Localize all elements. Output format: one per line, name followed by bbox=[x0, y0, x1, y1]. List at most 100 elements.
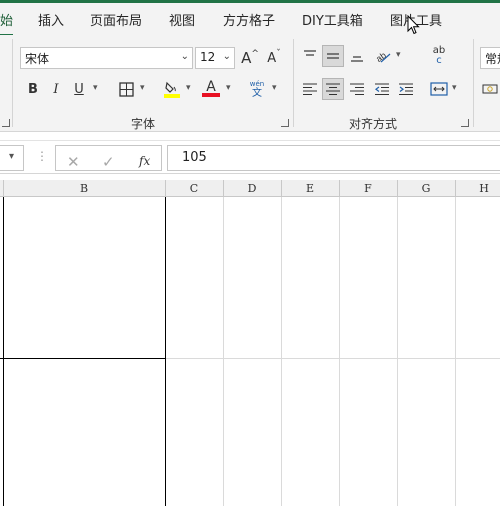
tab-insert[interactable]: 插入 bbox=[38, 10, 64, 29]
bottom-align-button[interactable] bbox=[346, 45, 368, 67]
chevron-down-icon[interactable]: ▾ bbox=[226, 83, 231, 93]
alignment-group-label: 对齐方式 bbox=[349, 117, 398, 131]
gridline bbox=[223, 197, 224, 506]
tab-page-layout[interactable]: 页面布局 bbox=[90, 10, 142, 29]
borders-button[interactable] bbox=[115, 78, 137, 100]
align-bottom-icon bbox=[351, 56, 363, 62]
font-size-value: 12 bbox=[200, 50, 216, 64]
column-header-h[interactable]: H bbox=[455, 182, 500, 195]
italic-button[interactable]: I bbox=[45, 78, 67, 100]
name-box[interactable]: ▾ bbox=[0, 145, 24, 171]
column-header-d[interactable]: D bbox=[223, 182, 281, 195]
top-align-button[interactable] bbox=[299, 45, 321, 67]
formula-buttons: ✕ ✓ fx bbox=[55, 145, 162, 171]
paint-bucket-icon bbox=[164, 81, 180, 98]
decrease-indent-button[interactable] bbox=[371, 78, 393, 100]
column-header-e[interactable]: E bbox=[281, 182, 339, 195]
font-color-button[interactable]: A bbox=[200, 78, 222, 100]
shrink-font-button[interactable]: Aˇ bbox=[263, 47, 285, 69]
gridline bbox=[281, 197, 282, 506]
merge-cells-icon bbox=[430, 82, 448, 96]
text-orientation-icon: ab bbox=[375, 50, 391, 64]
tab-diy-toolbox[interactable]: DIY工具箱 bbox=[302, 10, 363, 29]
align-middle-icon bbox=[327, 53, 339, 59]
phonetic-guide-button[interactable]: wén 文 bbox=[246, 78, 268, 100]
ribbon-tab-bar: 始 插入 页面布局 视图 方方格子 DIY工具箱 图片工具 bbox=[0, 0, 500, 37]
number-format-value: 常规 bbox=[485, 52, 500, 66]
merge-center-button[interactable] bbox=[428, 78, 450, 100]
tab-fangfang-gezi[interactable]: 方方格子 bbox=[223, 10, 275, 29]
align-center-icon bbox=[326, 83, 340, 95]
increase-indent-button[interactable] bbox=[395, 78, 417, 100]
group-separator bbox=[473, 39, 474, 127]
tab-home[interactable]: 始 bbox=[0, 10, 14, 37]
shrink-font-icon: A bbox=[267, 50, 277, 66]
font-color-swatch bbox=[202, 93, 220, 97]
align-center-button[interactable] bbox=[322, 78, 344, 100]
tab-view[interactable]: 视图 bbox=[169, 10, 195, 29]
wrap-text-button[interactable]: ab c bbox=[428, 45, 450, 67]
phonetic-top-text: wén bbox=[249, 79, 265, 88]
cell-border bbox=[0, 358, 166, 359]
title-bar-edge bbox=[0, 0, 500, 3]
underline-button[interactable]: U bbox=[68, 78, 90, 100]
drag-handle-icon[interactable]: ⋮ bbox=[36, 149, 48, 163]
enter-check-icon[interactable]: ✓ bbox=[102, 153, 115, 171]
column-header-f[interactable]: F bbox=[339, 182, 397, 195]
dialog-launcher-icon[interactable] bbox=[2, 119, 10, 127]
chevron-down-icon[interactable]: ⌄ bbox=[223, 51, 231, 62]
align-top-icon bbox=[304, 50, 316, 56]
wrap-text-bottom: c bbox=[436, 55, 442, 66]
ribbon: 宋体 ⌄ 12 ⌄ A ^ Aˇ B I U ▾ ▾ ▾ A ▾ wén 文 ▾… bbox=[0, 35, 500, 132]
decrease-indent-icon bbox=[374, 83, 389, 95]
middle-align-button[interactable] bbox=[322, 45, 344, 67]
font-name-value: 宋体 bbox=[25, 52, 50, 66]
currency-icon bbox=[482, 84, 498, 94]
formula-bar: ▾ ⋮ ✕ ✓ fx 105 bbox=[0, 140, 500, 174]
group-separator bbox=[293, 39, 294, 127]
font-size-combo[interactable]: 12 ⌄ bbox=[195, 47, 235, 69]
align-left-icon bbox=[303, 83, 317, 95]
number-format-combo[interactable]: 常规 bbox=[480, 47, 500, 69]
gridline bbox=[339, 197, 340, 506]
accounting-format-button[interactable] bbox=[481, 78, 500, 100]
column-header-row: B C D E F G H bbox=[0, 180, 500, 197]
mouse-cursor-icon bbox=[407, 15, 420, 35]
chevron-down-icon[interactable]: ▾ bbox=[186, 83, 191, 93]
dialog-launcher-icon[interactable] bbox=[461, 119, 469, 127]
grow-font-icon: A bbox=[241, 49, 252, 67]
gridline bbox=[166, 358, 500, 359]
chevron-down-icon[interactable]: ▾ bbox=[452, 83, 457, 93]
gridline bbox=[455, 197, 456, 506]
align-left-button[interactable] bbox=[299, 78, 321, 100]
font-group-label: 字体 bbox=[131, 117, 156, 131]
group-separator bbox=[12, 39, 13, 127]
dialog-launcher-icon[interactable] bbox=[281, 119, 289, 127]
fill-color-button[interactable] bbox=[161, 78, 183, 100]
grow-font-button[interactable]: A ^ bbox=[239, 47, 261, 69]
font-name-combo[interactable]: 宋体 ⌄ bbox=[20, 47, 193, 69]
cancel-icon[interactable]: ✕ bbox=[67, 153, 80, 171]
bold-button[interactable]: B bbox=[22, 78, 44, 100]
column-header-b[interactable]: B bbox=[3, 182, 165, 195]
cell-border bbox=[165, 197, 166, 506]
gridline bbox=[397, 197, 398, 506]
insert-function-icon[interactable]: fx bbox=[139, 154, 150, 168]
chevron-down-icon[interactable]: ⌄ bbox=[181, 51, 189, 62]
cell-border bbox=[3, 197, 4, 506]
orientation-button[interactable]: ab bbox=[373, 45, 395, 67]
chevron-down-icon[interactable]: ▾ bbox=[93, 83, 98, 93]
sheet-grid[interactable]: B C D E F G H bbox=[0, 180, 500, 506]
increase-indent-icon bbox=[399, 83, 413, 95]
phonetic-bottom-text: 文 bbox=[252, 87, 262, 99]
align-right-button[interactable] bbox=[346, 78, 368, 100]
chevron-down-icon[interactable]: ▾ bbox=[272, 83, 277, 93]
column-header-g[interactable]: G bbox=[397, 182, 455, 195]
chevron-down-icon[interactable]: ▾ bbox=[140, 83, 145, 93]
column-header-c[interactable]: C bbox=[165, 182, 223, 195]
align-right-icon bbox=[350, 83, 364, 95]
border-icon bbox=[118, 81, 134, 97]
chevron-down-icon[interactable]: ▾ bbox=[396, 50, 401, 60]
chevron-down-icon[interactable]: ▾ bbox=[9, 151, 14, 162]
formula-input[interactable]: 105 bbox=[167, 145, 500, 171]
